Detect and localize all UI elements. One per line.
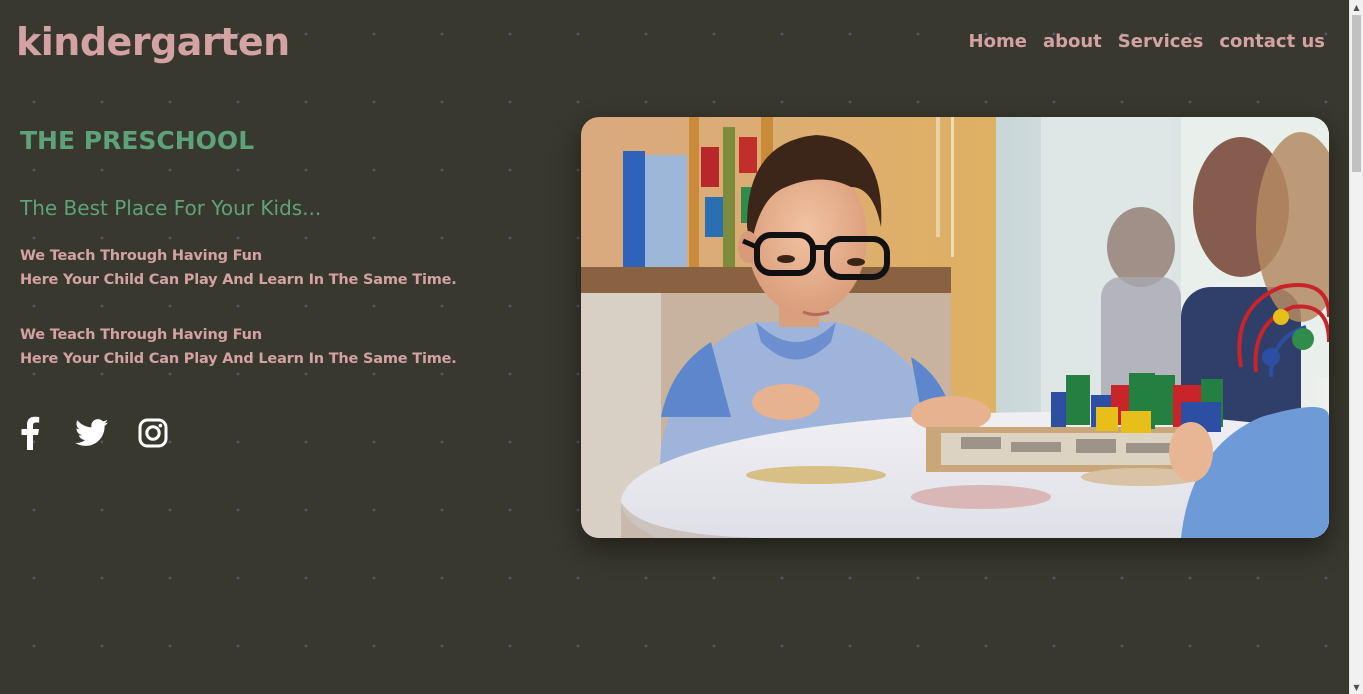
child-playing-puzzle-photo	[581, 117, 1329, 538]
nav-link-services[interactable]: Services	[1118, 30, 1204, 54]
hero-paragraph: We Teach Through Having Fun Here Your Ch…	[20, 323, 540, 371]
scroll-thumb[interactable]	[1352, 15, 1361, 172]
facebook-icon[interactable]	[20, 416, 40, 450]
scroll-down-arrow-icon[interactable]: ▼	[1350, 680, 1363, 694]
main-nav: Home about Services contact us	[969, 30, 1325, 54]
twitter-icon[interactable]	[75, 419, 109, 447]
page-scrollbar[interactable]: ▲ ▼	[1349, 0, 1363, 694]
hero-photo	[581, 117, 1329, 538]
nav-link-about[interactable]: about	[1043, 30, 1102, 54]
hero-paragraph: We Teach Through Having Fun Here Your Ch…	[20, 244, 540, 292]
nav-link-contact[interactable]: contact us	[1219, 30, 1325, 54]
hero-paragraph-line: We Teach Through Having Fun	[20, 248, 262, 264]
scroll-up-arrow-icon[interactable]: ▲	[1350, 0, 1363, 14]
hero-paragraph-line: Here Your Child Can Play And Learn In Th…	[20, 351, 457, 367]
hero-paragraph-line: Here Your Child Can Play And Learn In Th…	[20, 272, 457, 288]
instagram-icon[interactable]	[138, 418, 168, 448]
site-logo[interactable]: kindergarten	[16, 18, 290, 66]
social-links	[20, 416, 168, 450]
hero-title: THE PRESCHOOL	[20, 126, 255, 155]
hero-paragraph-line: We Teach Through Having Fun	[20, 327, 262, 343]
nav-link-home[interactable]: Home	[969, 30, 1027, 54]
hero-subtitle: The Best Place For Your Kids...	[20, 196, 322, 220]
hero-text: THE PRESCHOOL The Best Place For Your Ki…	[20, 124, 540, 371]
